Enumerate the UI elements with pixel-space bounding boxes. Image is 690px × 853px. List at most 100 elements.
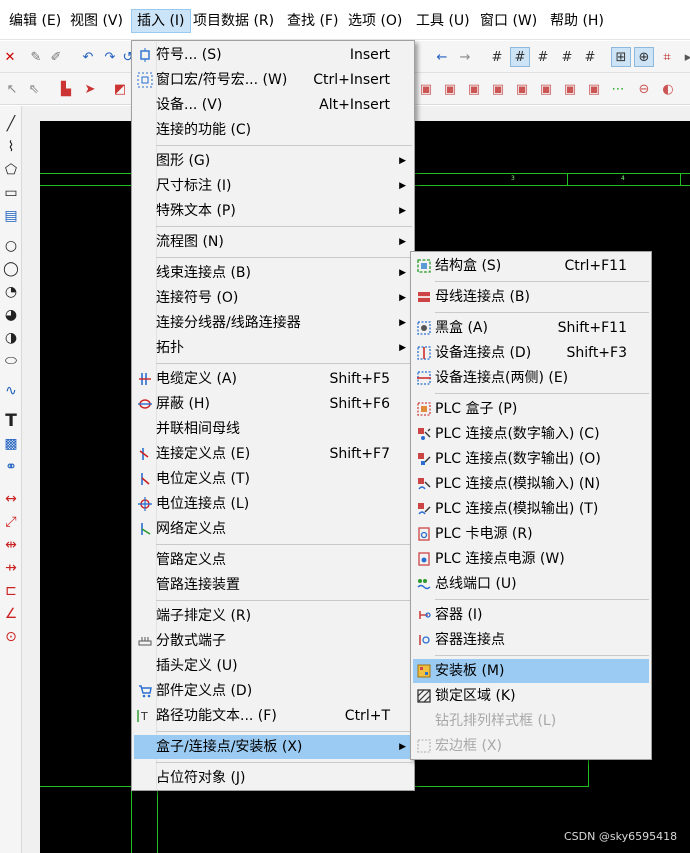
menu-item-dimensions[interactable]: 尺寸标注 (I) ▶	[134, 174, 412, 198]
dimension-radius-icon[interactable]: ⊙	[1, 627, 21, 647]
menu-item-connected-functions[interactable]: 连接的功能 (C)	[134, 118, 412, 142]
menu-item-parallel-busbar[interactable]: 并联相间母线	[134, 417, 412, 441]
menu-project-data[interactable]: 项目数据 (R)	[188, 9, 279, 33]
forward-arrow-icon[interactable]: →	[455, 47, 475, 67]
cursor-alt-icon[interactable]: ⇖	[24, 79, 44, 99]
container-connection-toolbar-icon[interactable]: ◐	[658, 79, 678, 99]
ellipse-icon[interactable]: ⬭	[1, 351, 21, 371]
menu-item-part-definition[interactable]: 部件定义点 (D)	[134, 679, 412, 703]
format-painter-icon[interactable]: ✐	[46, 47, 66, 67]
grid-b-icon[interactable]: #	[510, 47, 530, 67]
menu-item-network-definition[interactable]: 网络定义点	[134, 517, 412, 541]
menu-item-special-text[interactable]: 特殊文本 (P) ▶	[134, 199, 412, 223]
arrow-insert-icon[interactable]: ➤	[80, 79, 100, 99]
spline-icon[interactable]: ∿	[1, 381, 21, 401]
menu-item-box-connection-panel[interactable]: 盒子/连接点/安装板 (X) ▶	[134, 735, 412, 759]
menu-item-distributed-terminal[interactable]: 分散式端子	[134, 629, 412, 653]
brush-icon[interactable]: ✎	[26, 47, 46, 67]
menu-item-cable-definition[interactable]: 电缆定义 (A) Shift+F5	[134, 367, 412, 391]
submenu-item-plc-card-power[interactable]: PLC 卡电源 (R)	[413, 522, 649, 546]
plc-icon-5[interactable]: ▣	[512, 79, 532, 99]
connection-icon[interactable]: ◩	[110, 79, 130, 99]
menu-item-pipe-definition[interactable]: 管路定义点	[134, 548, 412, 572]
menu-window[interactable]: 窗口 (W)	[475, 9, 542, 33]
menu-item-device[interactable]: 设备... (V) Alt+Insert	[134, 93, 412, 117]
menu-item-macro[interactable]: 窗口宏/符号宏... (W) Ctrl+Insert	[134, 68, 412, 92]
menu-item-potential-connection[interactable]: 电位连接点 (L)	[134, 492, 412, 516]
undo-icon[interactable]: ↶	[78, 47, 98, 67]
more-icon[interactable]: ▸	[678, 47, 690, 67]
line-icon[interactable]: ╱	[1, 114, 21, 134]
menu-item-terminal-strip[interactable]: 端子排定义 (R)	[134, 604, 412, 628]
grid-c-icon[interactable]: #	[533, 47, 553, 67]
menu-item-plug-definition[interactable]: 插头定义 (U)	[134, 654, 412, 678]
plc-icon-7[interactable]: ▣	[560, 79, 580, 99]
submenu-item-plc-connection-power[interactable]: PLC 连接点电源 (W)	[413, 547, 649, 571]
plc-icon-6[interactable]: ▣	[536, 79, 556, 99]
cursor-icon[interactable]: ↖	[2, 79, 22, 99]
polygon-icon[interactable]: ⬠	[1, 160, 21, 180]
menu-item-potential-definition[interactable]: 电位定义点 (T)	[134, 467, 412, 491]
menu-item-pipe-connector[interactable]: 管路连接装置	[134, 573, 412, 597]
text-icon[interactable]: T	[1, 411, 21, 431]
submenu-item-mounting-panel[interactable]: 安装板 (M)	[413, 659, 649, 683]
submenu-item-busbar-connection[interactable]: 母线连接点 (B)	[413, 285, 649, 309]
dimension-aligned-icon[interactable]: ⤢	[1, 512, 21, 532]
menu-find[interactable]: 查找 (F)	[282, 9, 343, 33]
redo-icon[interactable]: ↷	[100, 47, 120, 67]
menu-item-path-function-text[interactable]: T 路径功能文本... (F) Ctrl+T	[134, 704, 412, 728]
back-arrow-icon[interactable]: ←	[432, 47, 452, 67]
delete-icon[interactable]: ✕	[0, 47, 20, 67]
grid-d-icon[interactable]: #	[557, 47, 577, 67]
menu-item-placeholder-object[interactable]: 占位符对象 (J)	[134, 766, 412, 790]
dimension-angle-icon[interactable]: ∠	[1, 604, 21, 624]
menu-insert[interactable]: 插入 (I)	[131, 9, 191, 33]
menu-item-connection-definition[interactable]: 连接定义点 (E) Shift+F7	[134, 442, 412, 466]
submenu-item-plc-analog-output[interactable]: PLC 连接点(模拟输出) (T)	[413, 497, 649, 521]
snap-to-grid-icon[interactable]: ⊕	[634, 47, 654, 67]
menu-item-shield[interactable]: 屏蔽 (H) Shift+F6	[134, 392, 412, 416]
menu-item-flowchart[interactable]: 流程图 (N) ▶	[134, 230, 412, 254]
plc-icon-2[interactable]: ▣	[440, 79, 460, 99]
plc-icon-1[interactable]: ▣	[416, 79, 436, 99]
submenu-item-device-connection-both[interactable]: 设备连接点(两侧) (E)	[413, 366, 649, 390]
menu-item-splitter[interactable]: 连接分线器/线路连接器 ▶	[134, 311, 412, 335]
submenu-item-structure-box[interactable]: 结构盒 (S) Ctrl+F11	[413, 254, 649, 278]
submenu-item-locked-area[interactable]: 锁定区域 (K)	[413, 684, 649, 708]
menu-item-symbol[interactable]: 符号... (S) Insert	[134, 43, 412, 67]
plc-icon-3[interactable]: ▣	[464, 79, 484, 99]
submenu-item-bus-port[interactable]: 总线端口 (U)	[413, 572, 649, 596]
submenu-item-container-connection[interactable]: 容器连接点	[413, 628, 649, 652]
circle-icon[interactable]: ○	[1, 236, 21, 256]
text-box-icon[interactable]: ▤	[1, 206, 21, 226]
rectangle-icon[interactable]: ▭	[1, 183, 21, 203]
symbol-insert-icon[interactable]: ▙	[56, 79, 76, 99]
object-snap-icon[interactable]: ⌗	[657, 47, 677, 67]
grid-a-icon[interactable]: #	[487, 47, 507, 67]
circle-3pt-icon[interactable]: ◯	[1, 259, 21, 279]
submenu-item-plc-analog-input[interactable]: PLC 连接点(模拟输入) (N)	[413, 472, 649, 496]
container-toolbar-icon[interactable]: ⊖	[634, 79, 654, 99]
dimension-chain-icon[interactable]: ⇹	[1, 535, 21, 555]
grid-display-icon[interactable]: ⊞	[611, 47, 631, 67]
menu-item-connection-symbols[interactable]: 连接符号 (O) ▶	[134, 286, 412, 310]
menu-view[interactable]: 视图 (V)	[65, 9, 128, 33]
submenu-item-plc-digital-input[interactable]: PLC 连接点(数字输入) (C)	[413, 422, 649, 446]
hyperlink-icon[interactable]: ⚭	[1, 457, 21, 477]
submenu-item-plc-box[interactable]: PLC 盒子 (P)	[413, 397, 649, 421]
dimension-baseline-icon[interactable]: ⊏	[1, 581, 21, 601]
image-icon[interactable]: ▩	[1, 434, 21, 454]
menu-item-graphics[interactable]: 图形 (G) ▶	[134, 149, 412, 173]
dimension-incremental-icon[interactable]: ⇸	[1, 558, 21, 578]
submenu-item-container[interactable]: 容器 (I)	[413, 603, 649, 627]
arc-3pt-icon[interactable]: ◕	[1, 305, 21, 325]
dimension-linear-icon[interactable]: ↔	[1, 489, 21, 509]
sector-icon[interactable]: ◑	[1, 328, 21, 348]
plc-icon-8[interactable]: ▣	[584, 79, 604, 99]
polyline-icon[interactable]: ⌇	[1, 137, 21, 157]
arc-icon[interactable]: ◔	[1, 282, 21, 302]
menu-help[interactable]: 帮助 (H)	[545, 9, 609, 33]
menu-options[interactable]: 选项 (O)	[343, 9, 407, 33]
grid-e-icon[interactable]: #	[580, 47, 600, 67]
bus-port-toolbar-icon[interactable]: ⋯	[608, 79, 628, 99]
